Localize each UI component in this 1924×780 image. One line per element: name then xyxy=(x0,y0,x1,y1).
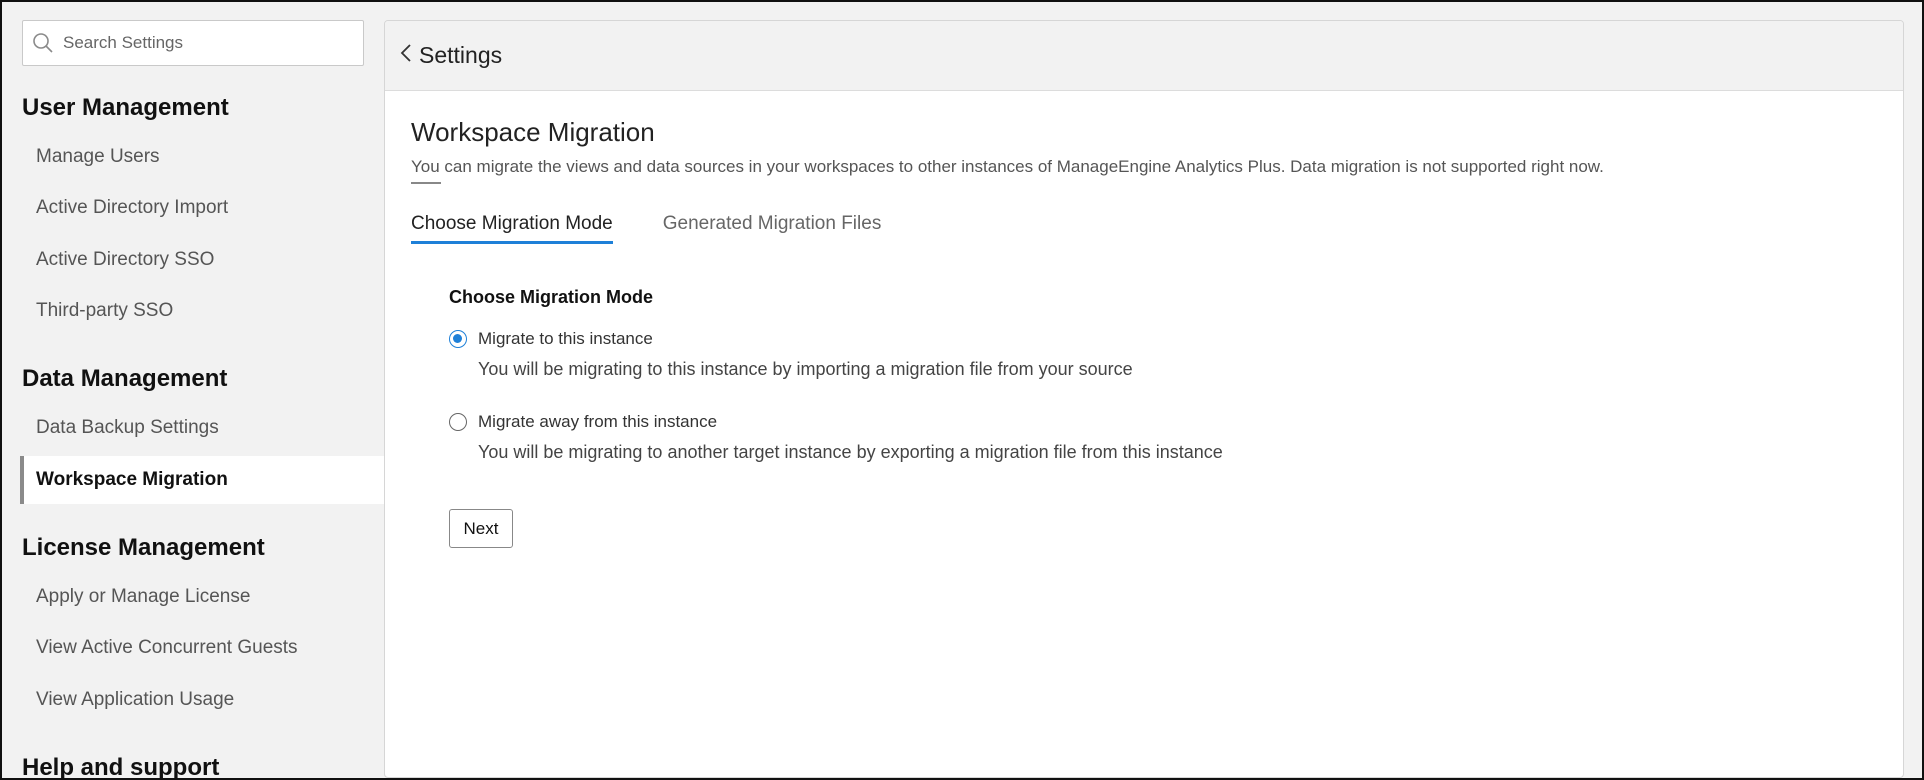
option-description: You will be migrating to this instance b… xyxy=(478,359,1133,379)
settings-sidebar: User Management Manage Users Active Dire… xyxy=(2,2,384,778)
next-button[interactable]: Next xyxy=(449,509,513,548)
radio-migrate-to[interactable] xyxy=(449,330,467,348)
chevron-left-icon xyxy=(399,42,413,69)
sidebar-item-active-directory-sso[interactable]: Active Directory SSO xyxy=(20,236,384,284)
section-title-data-management: Data Management xyxy=(22,365,228,392)
sidebar-item-data-backup-settings[interactable]: Data Backup Settings xyxy=(20,404,384,452)
option-label: Migrate away from this instance xyxy=(478,412,718,431)
option-migrate-away-from-this-instance[interactable]: Migrate away from this instance xyxy=(449,412,717,432)
option-migrate-to-this-instance[interactable]: Migrate to this instance xyxy=(449,329,653,349)
page-description: You can migrate the views and data sourc… xyxy=(411,157,1604,176)
page-title: Workspace Migration xyxy=(411,117,655,147)
description-divider xyxy=(411,182,441,184)
option-description: You will be migrating to another target … xyxy=(478,442,1223,462)
tab-bar: Choose Migration Mode Generated Migratio… xyxy=(411,213,931,244)
back-to-settings-link[interactable]: Settings xyxy=(399,42,502,69)
search-input[interactable] xyxy=(63,23,353,63)
section-title-license-management: License Management xyxy=(22,534,265,561)
section-title-user-management: User Management xyxy=(22,94,229,121)
section-title-help-and-support: Help and support xyxy=(22,754,220,778)
sidebar-item-third-party-sso[interactable]: Third-party SSO xyxy=(20,287,384,335)
main-header: Settings xyxy=(385,21,1903,91)
sidebar-item-apply-or-manage-license[interactable]: Apply or Manage License xyxy=(20,573,384,621)
search-icon xyxy=(23,20,63,66)
tab-generated-migration-files[interactable]: Generated Migration Files xyxy=(663,213,882,244)
sidebar-item-view-application-usage[interactable]: View Application Usage xyxy=(20,676,384,724)
option-label: Migrate to this instance xyxy=(478,329,653,348)
back-link-label: Settings xyxy=(419,42,503,68)
migration-mode-heading: Choose Migration Mode xyxy=(449,287,653,307)
tab-choose-migration-mode[interactable]: Choose Migration Mode xyxy=(411,213,613,244)
sidebar-item-workspace-migration[interactable]: Workspace Migration xyxy=(20,456,384,504)
sidebar-item-view-active-concurrent-guests[interactable]: View Active Concurrent Guests xyxy=(20,624,384,672)
app-window: User Management Manage Users Active Dire… xyxy=(0,0,1924,780)
sidebar-item-active-directory-import[interactable]: Active Directory Import xyxy=(20,184,384,232)
radio-migrate-away[interactable] xyxy=(449,413,467,431)
sidebar-item-manage-users[interactable]: Manage Users xyxy=(20,133,384,181)
main-panel: Settings Workspace Migration You can mig… xyxy=(384,20,1904,778)
search-box[interactable] xyxy=(22,20,364,66)
